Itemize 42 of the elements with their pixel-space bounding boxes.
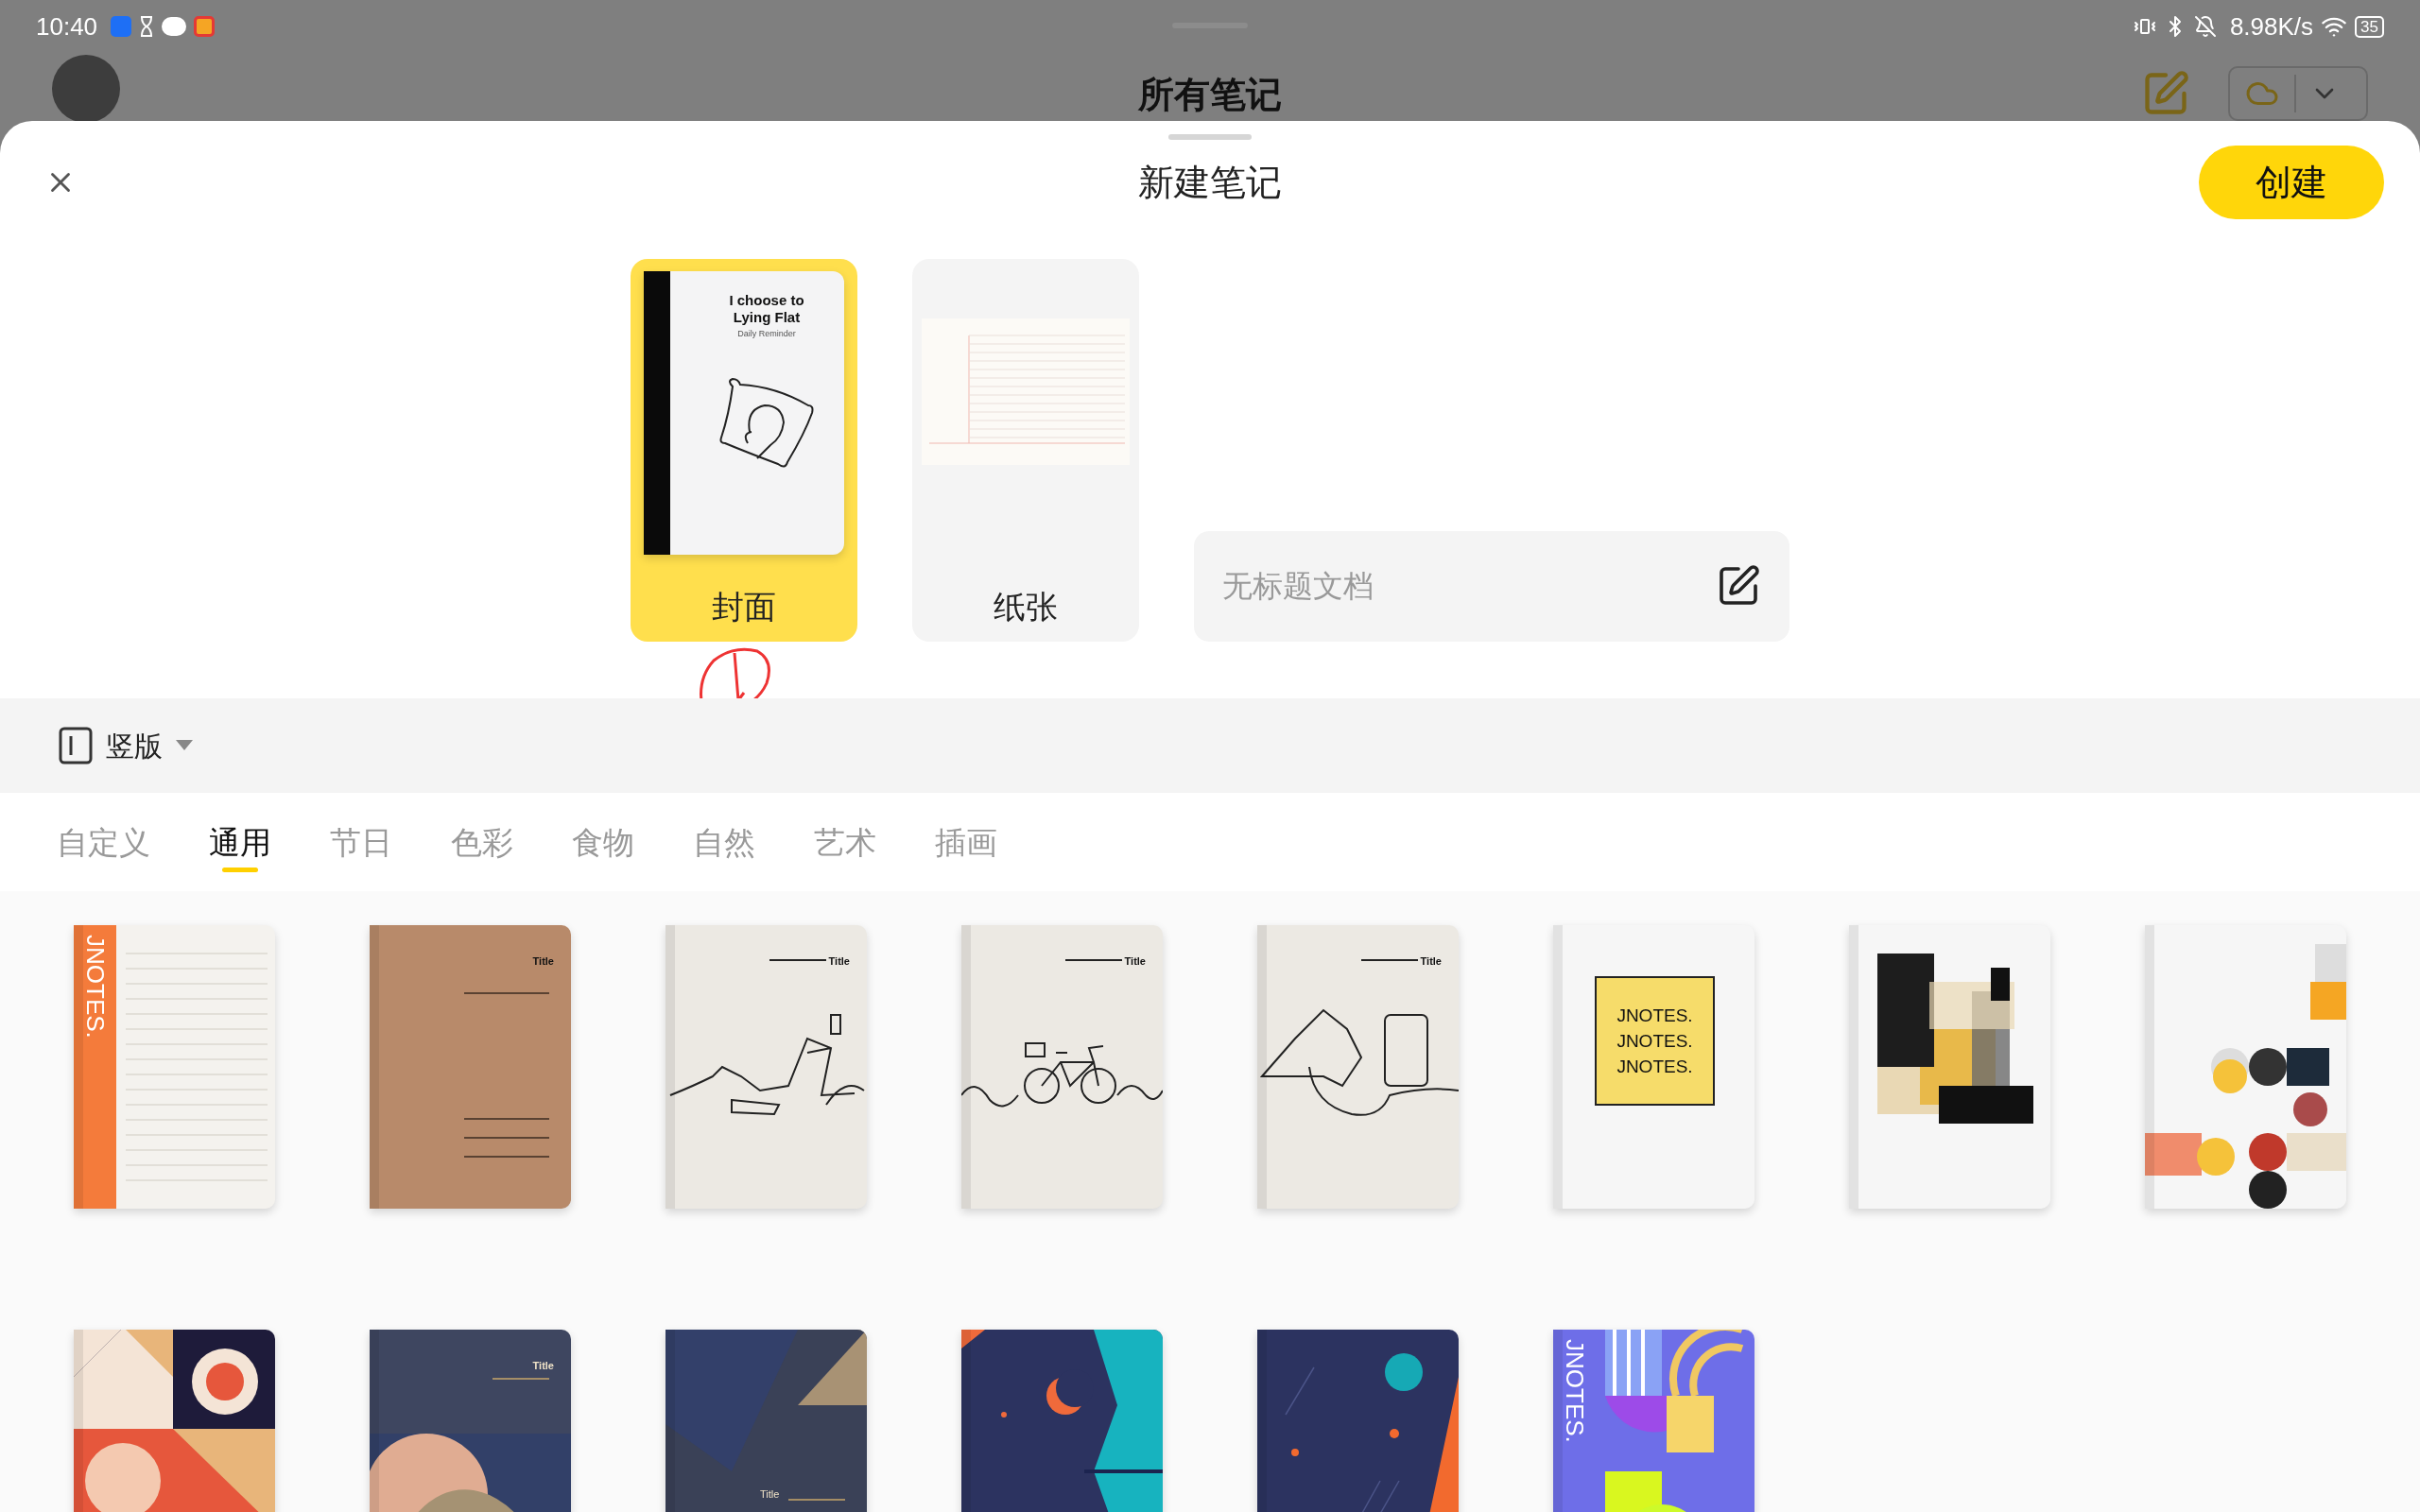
status-time: 10:40 [36,10,98,43]
notebook-cover[interactable]: Title [961,925,1163,1209]
app-title: 所有笔记 [1138,74,1282,116]
network-speed: 8.98K/s [2229,10,2314,43]
cover-title-text: Title [760,1487,780,1502]
cover-title-text: Title [532,954,554,969]
notebook-cover[interactable]: JNOTES. [1553,1330,1754,1512]
cover-brand-text: JNOTES. [1616,1057,1693,1075]
app-notification-icon [111,16,132,37]
cover-subtitle-text: Daily Reminder [736,328,797,340]
create-button[interactable]: 创建 [2199,146,2384,219]
sheet-title: 新建笔记 [1138,161,1282,204]
cover-title-text: Title [532,1359,554,1373]
cover-title-text: Lying Flat [732,309,802,326]
cover-title-text: Title [1124,954,1146,969]
mode-card[interactable]: 纸张 [912,259,1139,642]
notebook-cover[interactable]: Title [666,925,867,1209]
app-notification-icon [194,16,216,37]
notebook-cover[interactable]: Title [370,1330,571,1512]
bell-off-icon [2193,15,2217,38]
category-tab[interactable]: 通用 [209,823,271,872]
notebook-cover[interactable]: Title [1257,925,1459,1209]
notebook-cover[interactable]: Title [666,1330,867,1512]
cover-brand-text: JNOTES. [1616,1006,1693,1024]
dropdown-caret-icon [176,740,193,751]
cover-brand-text: JNOTES. [83,935,108,1039]
note-title-field[interactable]: 无标题文档 [1194,531,1789,642]
cover-brand-text: JNOTES. [1563,1339,1587,1443]
notebook-cover[interactable]: Title [370,925,571,1209]
cover-title-text: Title [1420,954,1442,969]
notebook-cover[interactable]: JNOTES. JNOTES. JNOTES. [1553,925,1754,1209]
cover-brand-text: JNOTES. [1616,1032,1693,1050]
notebook-cover[interactable] [1849,925,2050,1209]
portrait-icon [59,727,93,765]
cover-title-text: Title [828,954,850,969]
battery-level: 35 [2355,15,2384,38]
hourglass-icon [139,16,155,37]
orientation-dropdown[interactable]: 竖版 [59,724,193,767]
notebook-cover[interactable] [2145,925,2346,1209]
mode-card[interactable]: I choose to Lying Flat Daily Reminder 封面 [631,259,857,642]
cover-title-text: I choose to [728,292,805,309]
chat-notification-icon [162,17,187,36]
